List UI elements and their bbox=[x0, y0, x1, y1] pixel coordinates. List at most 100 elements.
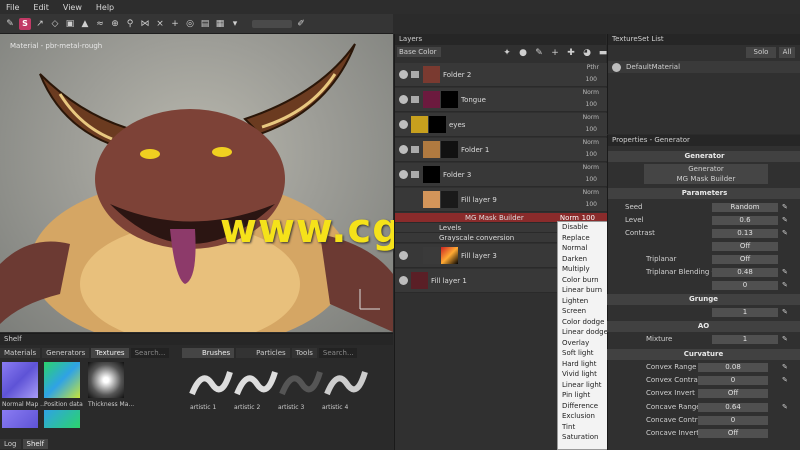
layer-blend[interactable]: Norm bbox=[583, 164, 599, 171]
brush-label[interactable]: artistic 2 bbox=[234, 404, 260, 411]
layer-opacity[interactable]: 100 bbox=[586, 126, 597, 133]
tab-materials[interactable]: Materials bbox=[0, 348, 41, 358]
param-field[interactable]: 0.64 bbox=[698, 403, 768, 412]
tab-particles[interactable]: Particles bbox=[236, 348, 290, 358]
layer-blend[interactable]: Norm bbox=[583, 139, 599, 146]
param-field[interactable]: 0.08 bbox=[698, 363, 768, 372]
brush-size-slider[interactable] bbox=[252, 19, 292, 28]
layer-row[interactable]: Folder 1 Norm 100 bbox=[395, 138, 607, 162]
projection-icon[interactable]: ▣ bbox=[64, 18, 76, 30]
viewport-3d[interactable]: Material - pbr-metal-rough bbox=[0, 34, 393, 332]
generator-selector[interactable]: Generator MG Mask Builder bbox=[644, 164, 768, 184]
visibility-eye-icon[interactable] bbox=[399, 120, 408, 129]
visibility-eye-icon[interactable] bbox=[399, 70, 408, 79]
param-field[interactable]: Off bbox=[712, 255, 778, 264]
visibility-eye-icon[interactable] bbox=[399, 276, 408, 285]
layer-blend[interactable]: Norm bbox=[583, 89, 599, 96]
menu-help[interactable]: Help bbox=[96, 3, 114, 12]
menu-file[interactable]: File bbox=[6, 3, 19, 12]
visibility-eye-icon[interactable] bbox=[399, 145, 408, 154]
channel-select[interactable]: Base Color bbox=[397, 47, 441, 57]
param-field[interactable]: 1 bbox=[712, 335, 778, 344]
visibility-eye-icon[interactable] bbox=[399, 95, 408, 104]
add-effect-icon[interactable]: ✦ bbox=[501, 47, 513, 59]
layer-blend[interactable]: Pthr bbox=[587, 64, 599, 71]
layer-opacity[interactable]: 100 bbox=[586, 201, 597, 208]
pen-icon[interactable]: ✎ bbox=[782, 203, 790, 211]
textureset-item[interactable]: DefaultMaterial bbox=[608, 61, 800, 73]
brush-label[interactable]: artistic 1 bbox=[190, 404, 216, 411]
thumb-position-data-2[interactable] bbox=[44, 410, 80, 428]
paint-layer-icon[interactable]: ✎ bbox=[533, 47, 545, 59]
thumb-position-data[interactable] bbox=[44, 362, 80, 398]
menu-view[interactable]: View bbox=[63, 3, 82, 12]
add-layer-icon[interactable]: + bbox=[549, 47, 561, 59]
tab-textures[interactable]: Textures bbox=[91, 348, 129, 358]
layer-opacity[interactable]: 100 bbox=[586, 76, 597, 83]
solo-button[interactable]: Solo bbox=[746, 47, 776, 58]
pen-icon[interactable]: ✎ bbox=[782, 335, 790, 343]
thumb-normal-map[interactable] bbox=[2, 362, 38, 398]
visibility-eye-icon[interactable] bbox=[399, 251, 408, 260]
param-field[interactable]: Random bbox=[712, 203, 778, 212]
param-field[interactable]: 0.13 bbox=[712, 229, 778, 238]
search-field-left[interactable]: Search... bbox=[130, 348, 169, 358]
layer-row[interactable]: Tongue Norm 100 bbox=[395, 88, 607, 112]
brush-label[interactable]: artistic 3 bbox=[278, 404, 304, 411]
curvature-section-head[interactable]: Curvature bbox=[607, 349, 800, 360]
tab-tools[interactable]: Tools bbox=[291, 348, 317, 358]
layer-row[interactable]: Folder 2 Pthr 100 bbox=[395, 63, 607, 87]
pen-icon[interactable]: ✎ bbox=[782, 281, 790, 289]
search-field-right[interactable]: Search... bbox=[318, 348, 357, 358]
paint-brush-icon[interactable]: ✎ bbox=[4, 18, 16, 30]
visibility-eye-icon[interactable] bbox=[612, 63, 621, 72]
param-field[interactable]: Off bbox=[712, 242, 778, 251]
polygon-fill-icon[interactable]: ▲ bbox=[79, 18, 91, 30]
visibility-eye-icon[interactable] bbox=[399, 170, 408, 179]
screenshot-icon[interactable]: ▦ bbox=[214, 18, 226, 30]
param-field[interactable]: 0.6 bbox=[712, 216, 778, 225]
brush-label[interactable]: artistic 4 bbox=[322, 404, 348, 411]
layer-row[interactable]: Fill layer 9 Norm 100 bbox=[395, 188, 607, 212]
color-picker-icon[interactable]: ⚲ bbox=[124, 18, 136, 30]
clone-icon[interactable]: ⊕ bbox=[109, 18, 121, 30]
param-field[interactable]: 0 bbox=[698, 376, 768, 385]
parameters-section-head[interactable]: Parameters bbox=[608, 188, 800, 199]
symmetry-icon[interactable]: ⋈ bbox=[139, 18, 151, 30]
pen-icon[interactable]: ✎ bbox=[782, 376, 790, 384]
mirror-x-icon[interactable]: × bbox=[154, 18, 166, 30]
smudge-icon[interactable]: ≈ bbox=[94, 18, 106, 30]
param-field[interactable]: 0.48 bbox=[712, 268, 778, 277]
param-field[interactable]: 1 bbox=[712, 308, 778, 317]
fill-layer-icon[interactable]: ✚ bbox=[565, 47, 577, 59]
thumb-normal-map-2[interactable] bbox=[2, 410, 38, 428]
pen-icon[interactable]: ✎ bbox=[782, 403, 790, 411]
generator-section-head[interactable]: Generator bbox=[608, 151, 800, 162]
ao-section-head[interactable]: AO bbox=[607, 321, 800, 332]
tab-generators[interactable]: Generators bbox=[42, 348, 90, 358]
menu-edit[interactable]: Edit bbox=[33, 3, 49, 12]
external-link-icon[interactable]: ↗ bbox=[34, 18, 46, 30]
param-field[interactable]: 0 bbox=[712, 281, 778, 290]
layer-blend[interactable]: Norm bbox=[583, 189, 599, 196]
pen-icon[interactable]: ✎ bbox=[782, 308, 790, 316]
pen-icon[interactable]: ✎ bbox=[782, 363, 790, 371]
tab-brushes[interactable]: Brushes bbox=[182, 348, 235, 358]
all-button[interactable]: All bbox=[779, 47, 795, 58]
layer-opacity[interactable]: 100 bbox=[586, 151, 597, 158]
pen-icon[interactable]: ✎ bbox=[782, 268, 790, 276]
pen-icon[interactable]: ✎ bbox=[782, 216, 790, 224]
grunge-section-head[interactable]: Grunge bbox=[607, 294, 800, 305]
thumb-thickness-map[interactable] bbox=[88, 362, 124, 398]
layer-opacity[interactable]: 100 bbox=[586, 176, 597, 183]
tab-log[interactable]: Log bbox=[0, 439, 21, 449]
dropdown-arrow-icon[interactable]: ▾ bbox=[229, 18, 241, 30]
tab-shelf[interactable]: Shelf bbox=[22, 439, 49, 449]
param-field[interactable]: Off bbox=[698, 389, 768, 398]
axis-icon[interactable]: + bbox=[169, 18, 181, 30]
eraser-icon[interactable]: ◇ bbox=[49, 18, 61, 30]
layer-row[interactable]: Folder 3 Norm 100 bbox=[395, 163, 607, 187]
material-ball-icon[interactable]: ◕ bbox=[581, 47, 593, 59]
pen-icon[interactable]: ✐ bbox=[295, 18, 307, 30]
layer-blend[interactable]: Norm bbox=[583, 114, 599, 121]
